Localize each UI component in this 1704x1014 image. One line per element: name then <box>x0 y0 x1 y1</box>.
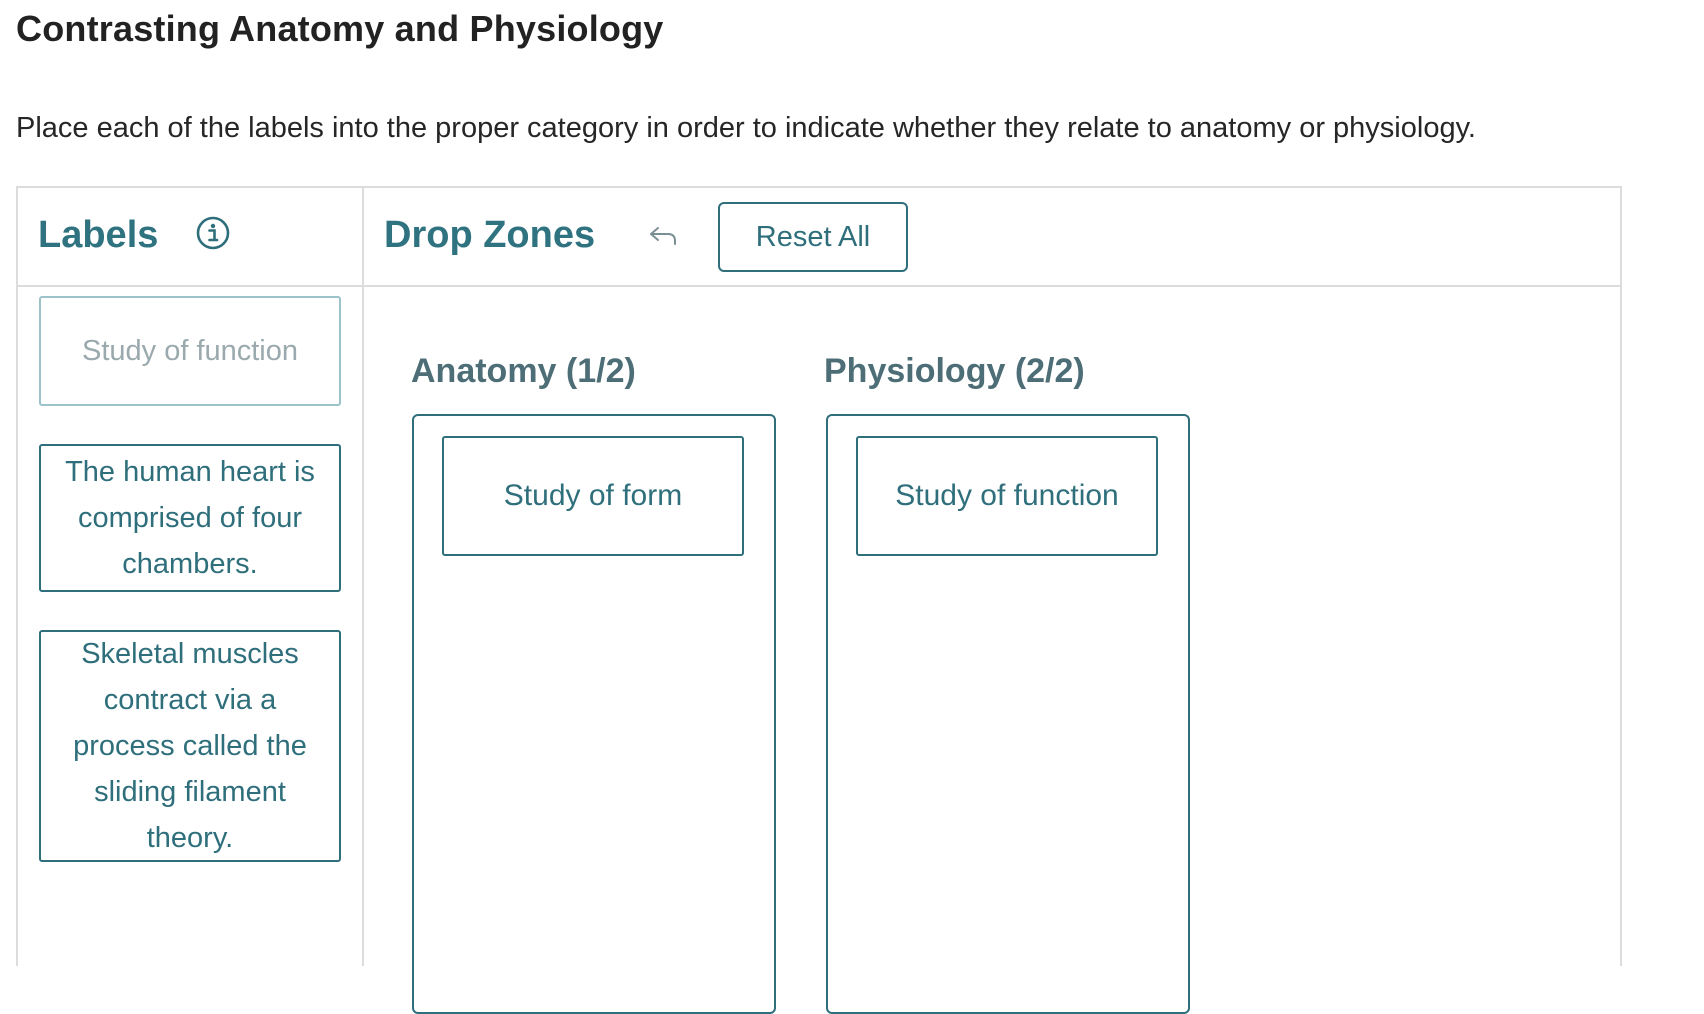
physiology-zone-heading: Physiology (2/2) <box>824 352 1085 390</box>
info-icon[interactable] <box>196 216 230 250</box>
instructions: Place each of the labels into the proper… <box>16 112 1476 144</box>
labels-heading: Labels <box>38 214 159 256</box>
placed-label-text: Study of form <box>503 479 683 512</box>
page-title: Contrasting Anatomy and Physiology <box>16 8 664 49</box>
label-card-text: Study of function <box>81 335 299 367</box>
reset-all-button[interactable]: Reset All <box>718 202 908 272</box>
label-card[interactable]: Skeletal muscles contract via a process … <box>39 630 341 862</box>
drop-zones-heading: Drop Zones <box>384 214 596 256</box>
label-card-placeholder: Study of function <box>39 296 341 406</box>
label-card-text: The human heart is comprised of four cha… <box>65 456 315 580</box>
panel-divider-horizontal <box>18 285 1620 287</box>
panel-divider-vertical <box>362 188 364 966</box>
placed-label-card[interactable]: Study of function <box>856 436 1158 556</box>
label-card[interactable]: The human heart is comprised of four cha… <box>39 444 341 592</box>
anatomy-drop-zone[interactable]: Study of form <box>412 414 776 1014</box>
placed-label-text: Study of function <box>895 479 1119 512</box>
activity-panel: Labels Drop Zones Reset All Study of fun… <box>16 186 1622 1014</box>
placed-label-card[interactable]: Study of form <box>442 436 744 556</box>
undo-icon[interactable] <box>648 224 678 248</box>
anatomy-zone-heading: Anatomy (1/2) <box>411 352 636 390</box>
physiology-drop-zone[interactable]: Study of function <box>826 414 1190 1014</box>
label-card-text: Skeletal muscles contract via a process … <box>73 638 307 854</box>
